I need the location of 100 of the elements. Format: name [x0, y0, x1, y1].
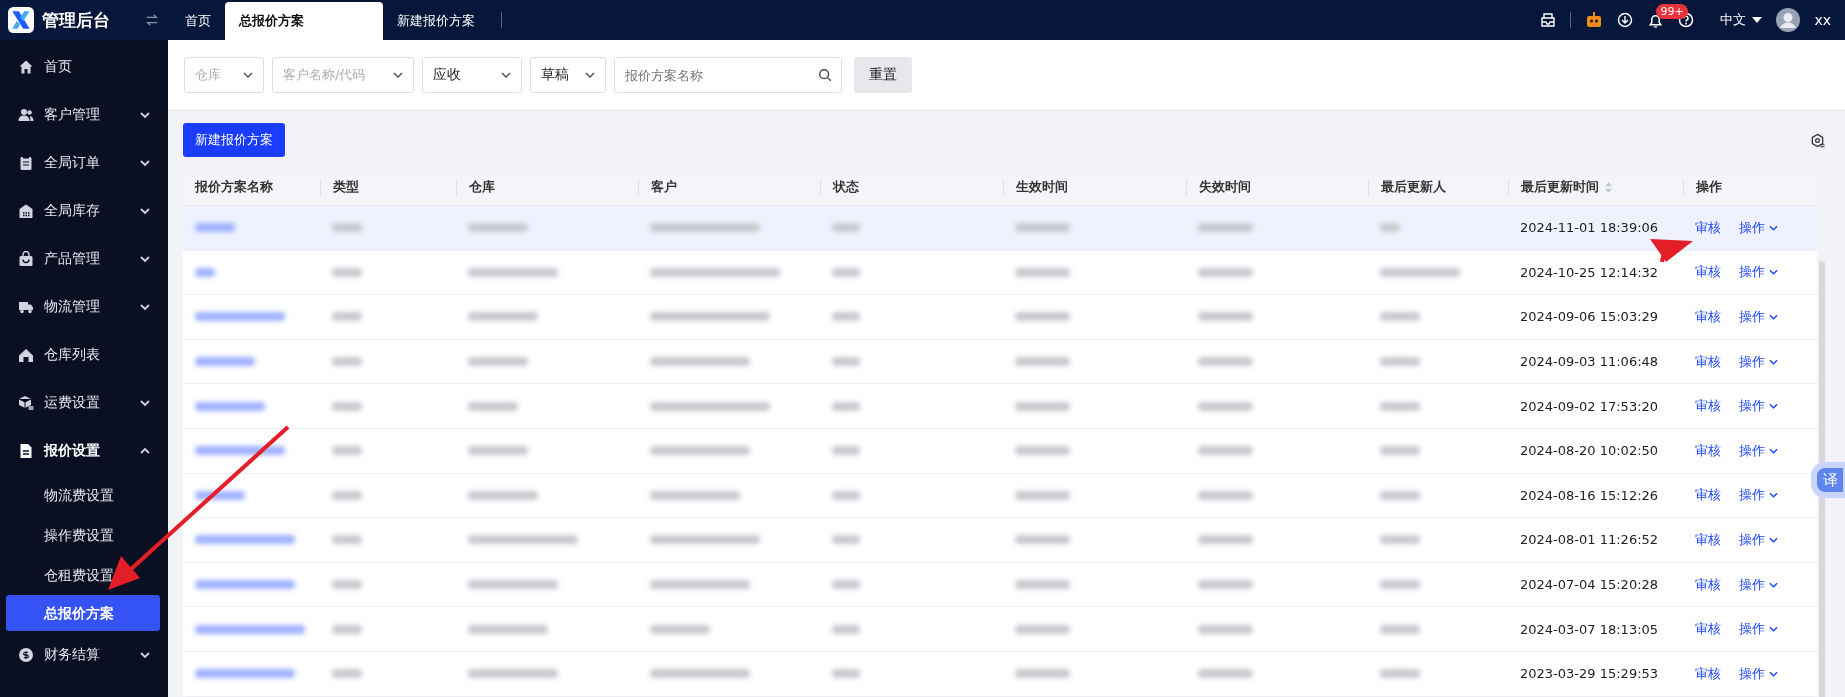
review-link[interactable]: 审核 [1695, 575, 1721, 594]
chevron-down-icon [1769, 536, 1778, 543]
chevron-down-icon [1769, 314, 1778, 320]
redacted-text [195, 223, 235, 233]
table-cell: 2024-08-20 10:02:50 [1520, 443, 1659, 459]
redacted-text [468, 490, 538, 500]
actions-dropdown[interactable]: 操作 [1739, 397, 1778, 416]
highlighted-row[interactable]: 2024-11-01 18:39:06 审核 操作 [183, 206, 1817, 251]
review-link[interactable]: 审核 [1695, 397, 1721, 416]
redacted-text [332, 401, 362, 411]
column-header: 类型 [333, 179, 359, 196]
reset-button[interactable]: 重置 [854, 57, 912, 93]
sidebar-item[interactable]: 物流管理 [0, 283, 168, 331]
actions-dropdown[interactable]: 操作 [1739, 352, 1778, 371]
sidebar-subitem[interactable]: 操作费设置 [0, 515, 168, 555]
review-link[interactable]: 审核 [1695, 263, 1721, 282]
review-link[interactable]: 审核 [1695, 218, 1721, 237]
sidebar-item[interactable]: 产品管理 [0, 235, 168, 283]
redacted-text [468, 312, 538, 322]
chevron-down-icon [1769, 581, 1778, 588]
actions-dropdown[interactable]: 操作 [1739, 486, 1778, 505]
table-cell: 2024-08-16 15:12:26 [1520, 487, 1659, 503]
redacted-text [195, 490, 245, 500]
box-icon [18, 395, 34, 411]
redacted-text [832, 223, 860, 233]
chevron-down-icon [1769, 492, 1778, 499]
redacted-text [1015, 401, 1070, 411]
actions-dropdown[interactable]: 操作 [1739, 575, 1778, 594]
review-link[interactable]: 审核 [1695, 664, 1721, 683]
redacted-text [332, 669, 362, 679]
column-header: 客户 [651, 179, 677, 196]
filter-select[interactable]: 草稿 [530, 57, 606, 93]
review-link[interactable]: 审核 [1695, 486, 1721, 505]
redacted-text [1198, 401, 1253, 411]
sidebar-item[interactable]: 财务结算 [0, 631, 168, 679]
sidebar-item[interactable]: 报价设置 [0, 427, 168, 475]
review-link[interactable]: 审核 [1695, 308, 1721, 326]
tab[interactable]: 总报价方案 [225, 2, 383, 40]
redacted-text [195, 401, 265, 411]
chevron-down-icon [243, 72, 253, 78]
redacted-text [1015, 580, 1070, 590]
sidebar-subitem[interactable]: 物流费设置 [0, 475, 168, 515]
sidebar-subitem[interactable]: 仓租费设置 [0, 555, 168, 595]
new-quote-button[interactable]: 新建报价方案 [183, 123, 285, 157]
tab[interactable]: 首页 [171, 2, 225, 40]
bag-icon [18, 251, 34, 267]
sidebar-item[interactable]: 客户管理 [0, 91, 168, 139]
redacted-text [1380, 312, 1420, 322]
actions-dropdown[interactable]: 操作 [1739, 308, 1778, 326]
translate-button[interactable]: 译 [1811, 462, 1845, 498]
sidebar-item[interactable]: 全局库存 [0, 187, 168, 235]
review-link[interactable]: 审核 [1695, 530, 1721, 549]
review-link[interactable]: 审核 [1695, 620, 1721, 639]
redacted-text [332, 490, 362, 500]
annotation-arrow [1650, 239, 1693, 263]
redacted-text [468, 401, 518, 411]
user-name[interactable]: xx [1814, 12, 1831, 28]
actions-dropdown[interactable]: 操作 [1739, 664, 1778, 683]
redacted-text [332, 580, 362, 590]
redacted-text [1198, 267, 1253, 277]
home-icon [18, 59, 34, 75]
chevron-down-icon [1769, 403, 1778, 410]
sidebar-subitem[interactable]: 总报价方案 [6, 595, 160, 631]
language-select[interactable]: 中文 [1720, 11, 1763, 29]
chevron-down-icon [1769, 447, 1778, 454]
actions-dropdown[interactable]: 操作 [1739, 620, 1778, 639]
review-link[interactable]: 审核 [1695, 352, 1721, 371]
collapse-icon[interactable] [145, 13, 159, 27]
redacted-text [468, 357, 528, 367]
redacted-text [832, 446, 860, 456]
column-settings-icon[interactable] [1810, 132, 1825, 148]
filter-select[interactable]: 应收 [422, 57, 522, 93]
actions-dropdown[interactable]: 操作 [1739, 530, 1778, 549]
redacted-text [1380, 669, 1420, 679]
review-link[interactable]: 审核 [1695, 441, 1721, 460]
redacted-text [832, 401, 860, 411]
redacted-text [1380, 446, 1420, 456]
redacted-text [1015, 357, 1070, 367]
actions-dropdown[interactable]: 操作 [1739, 218, 1778, 237]
column-header: 报价方案名称 [195, 179, 273, 196]
chevron-down-icon [140, 304, 150, 310]
clipboard-icon [18, 155, 34, 171]
redacted-text [1380, 357, 1420, 367]
redacted-text [332, 267, 362, 277]
actions-dropdown[interactable]: 操作 [1739, 263, 1778, 282]
sidebar-item[interactable]: 仓库列表 [0, 331, 168, 379]
sidebar-item[interactable]: 运费设置 [0, 379, 168, 427]
tab[interactable]: 新建报价方案 [383, 2, 489, 40]
truck-icon [18, 299, 34, 315]
document-icon [18, 443, 34, 459]
column-header: 最后更新人 [1381, 179, 1446, 196]
sidebar-item[interactable]: 全局订单 [0, 139, 168, 187]
robot-icon[interactable] [1585, 11, 1604, 29]
sidebar-item[interactable]: 首页 [0, 43, 168, 91]
actions-dropdown[interactable]: 操作 [1739, 441, 1778, 460]
search-field[interactable]: 报价方案名称 [614, 57, 842, 93]
avatar-icon[interactable] [1776, 8, 1801, 32]
chevron-down-icon [140, 208, 150, 214]
inbox-icon[interactable] [1540, 12, 1557, 28]
download-icon[interactable] [1617, 12, 1634, 28]
